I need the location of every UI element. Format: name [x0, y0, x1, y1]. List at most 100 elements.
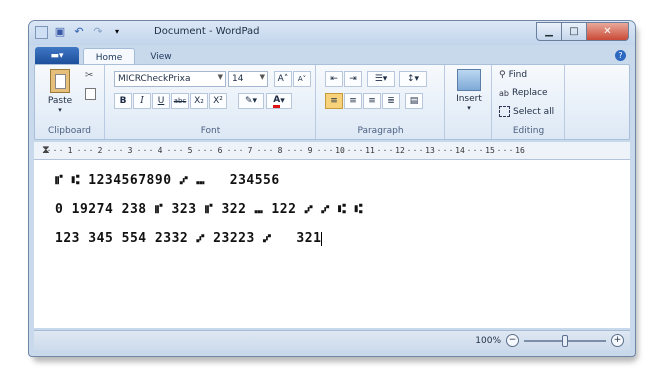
ruler-number: 16	[515, 146, 525, 155]
ruler-number: 6	[217, 146, 223, 155]
select-all-icon	[499, 106, 510, 117]
ruler-number: 12	[395, 146, 405, 155]
ruler-number: 2	[97, 146, 103, 155]
minimize-button[interactable]: ▁	[536, 22, 561, 41]
justify-button[interactable]: ≣	[382, 93, 400, 109]
underline-label: U	[157, 96, 165, 106]
font-color-button[interactable]: A ▾	[266, 93, 292, 109]
tab-view[interactable]: View	[141, 48, 181, 65]
underline-button[interactable]: U	[152, 93, 170, 109]
font-size-value: 14	[232, 74, 244, 84]
insert-dropdown-icon: ▾	[467, 104, 471, 112]
undo-icon[interactable]: ↶	[72, 25, 86, 39]
app-menu-icon[interactable]	[35, 25, 48, 39]
clipboard-group: Paste ▾ ✂ Clipboard	[35, 65, 105, 139]
document-area[interactable]: ⑈ ⑆ 1234567890 ⑇ ⑉ 234556 0 19274 238 ⑈ …	[34, 160, 630, 328]
text-caret	[321, 231, 323, 246]
ruler-number: 14	[455, 146, 465, 155]
ruler-number: 11	[365, 146, 375, 155]
title-bar: ▣ ↶ ↷ ▾ Document - WordPad ▁ □ ✕	[29, 21, 635, 45]
ruler-number: 8	[277, 146, 283, 155]
ruler-number: 10	[335, 146, 345, 155]
document-line-3-last: 1	[313, 231, 322, 246]
font-family-select[interactable]: MICRCheckPrixa ▼	[114, 71, 226, 87]
subscript-button[interactable]: X₂	[190, 93, 208, 109]
font-color-label: A	[273, 95, 281, 108]
quick-access-toolbar: ▣ ↶ ↷ ▾	[35, 25, 124, 39]
zoom-slider-thumb[interactable]	[562, 334, 568, 347]
redo-icon[interactable]: ↷	[91, 25, 105, 39]
strikethrough-label: abc	[173, 97, 187, 105]
ruler-number: 1	[67, 146, 73, 155]
line-spacing-icon: ↕▾	[406, 74, 420, 84]
replace-icon: ab	[499, 88, 509, 98]
superscript-button[interactable]: X²	[209, 93, 227, 109]
grow-font-button[interactable]: A˄	[274, 71, 292, 87]
document-line-1: ⑈ ⑆ 1234567890 ⑇ ⑉ 234556	[55, 173, 280, 188]
line-spacing-button[interactable]: ↕▾	[399, 71, 427, 87]
close-icon: ✕	[603, 26, 612, 37]
ruler-number: 4	[157, 146, 163, 155]
paragraph-group: ⇤ ⇥ ☰▾ ↕▾ ≡ ≡ ≡ ≣ ▤ Paragraph	[317, 65, 445, 139]
select-all-button[interactable]: Select all	[499, 106, 554, 117]
window-title: Document - WordPad	[154, 26, 260, 37]
font-size-select[interactable]: 14 ▼	[228, 71, 268, 87]
ruler-number: 9	[307, 146, 313, 155]
align-left-button[interactable]: ≡	[325, 93, 343, 109]
increase-indent-icon: ⇥	[349, 74, 357, 84]
minimize-icon: ▁	[545, 26, 553, 37]
align-center-icon: ≡	[349, 96, 357, 106]
bold-label: B	[119, 96, 127, 106]
maximize-icon: □	[569, 26, 579, 37]
document-line-3: 123 345 554 2332 ⑇ 23223 ⑇ 321	[55, 231, 323, 246]
paste-dropdown-icon[interactable]: ▾	[43, 106, 77, 114]
find-button[interactable]: ⚲ Find	[499, 70, 527, 80]
align-center-button[interactable]: ≡	[344, 93, 362, 109]
select-all-label: Select all	[513, 106, 555, 117]
highlight-button[interactable]: ✎▾	[238, 93, 264, 109]
insert-group: Insert ▾	[446, 65, 492, 139]
zoom-in-icon[interactable]: +	[611, 334, 624, 347]
ruler-scale: · · · 1 · · · 2 · · · 3 · · · 4 · · · 5 · · · 6 · · · 7 · · · 8 · · · 9 · · · 1…	[46, 142, 630, 159]
highlight-icon: ✎▾	[244, 96, 258, 106]
italic-button[interactable]: I	[133, 93, 151, 109]
editing-group: ⚲ Find ab Replace Select all Editing	[493, 65, 565, 139]
align-right-icon: ≡	[368, 96, 376, 106]
bold-button[interactable]: B	[114, 93, 132, 109]
font-family-dropdown-icon: ▼	[217, 73, 223, 81]
cut-icon[interactable]: ✂	[85, 70, 93, 81]
decrease-indent-button[interactable]: ⇤	[325, 71, 343, 87]
grow-font-label: A˄	[277, 74, 289, 84]
strikethrough-button[interactable]: abc	[171, 93, 189, 109]
close-button[interactable]: ✕	[586, 22, 629, 41]
italic-label: I	[140, 96, 144, 106]
paragraph-group-label: Paragraph	[357, 126, 404, 136]
file-menu-button[interactable]: ▬▾	[35, 47, 79, 64]
font-group: MICRCheckPrixa ▼ 14 ▼ A˄ A˅ B I U abc X₂ X…	[106, 65, 316, 139]
maximize-button[interactable]: □	[561, 22, 586, 41]
increase-indent-button[interactable]: ⇥	[344, 71, 362, 87]
align-right-button[interactable]: ≡	[363, 93, 381, 109]
zoom-out-icon[interactable]: −	[506, 334, 519, 347]
paragraph-dialog-button[interactable]: ▤	[405, 93, 423, 109]
save-icon[interactable]: ▣	[53, 25, 67, 39]
find-icon: ⚲	[499, 70, 506, 80]
zoom-control: 100% − +	[475, 334, 624, 347]
help-icon[interactable]: ?	[615, 50, 626, 61]
status-bar: 100% − +	[34, 330, 630, 351]
paste-button[interactable]: Paste ▾	[43, 69, 77, 114]
font-group-label: Font	[200, 126, 221, 136]
replace-button[interactable]: ab Replace	[499, 88, 548, 98]
ruler[interactable]: ⧗ · · · 1 · · · 2 · · · 3 · · · 4 · · · 5 · · · 6 · · · 7 · · · 8 · · · 9 · ·…	[34, 142, 630, 160]
insert-button[interactable]: Insert ▾	[450, 69, 488, 112]
ruler-number: 15	[485, 146, 495, 155]
justify-icon: ≣	[387, 96, 395, 106]
copy-icon[interactable]	[85, 88, 96, 100]
insert-label: Insert	[456, 94, 482, 104]
bullets-button[interactable]: ☰▾	[367, 71, 395, 87]
ruler-number: 13	[425, 146, 435, 155]
wordpad-window: ▣ ↶ ↷ ▾ Document - WordPad ▁ □ ✕ ▬▾ Home…	[28, 20, 636, 357]
shrink-font-button[interactable]: A˅	[293, 71, 311, 87]
zoom-slider[interactable]	[524, 334, 606, 347]
customize-qat-icon[interactable]: ▾	[110, 25, 124, 39]
